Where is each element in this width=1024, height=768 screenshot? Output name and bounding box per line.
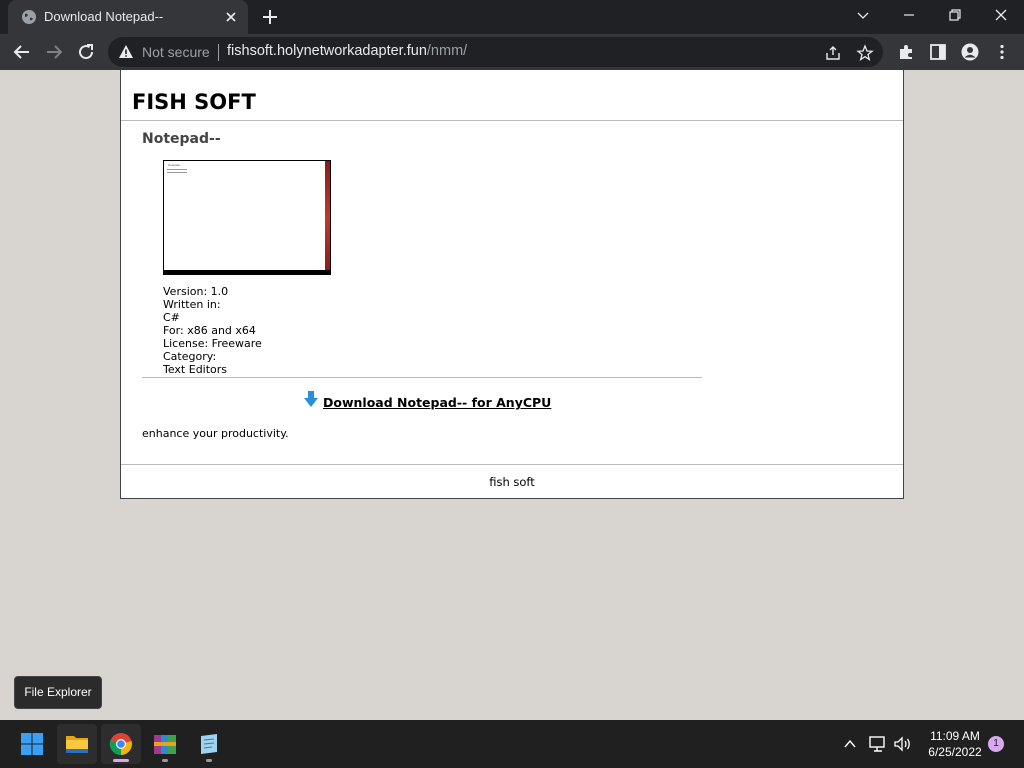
screenshot-edge [325,161,330,274]
winrar-button[interactable] [145,724,185,764]
restore-button[interactable] [932,0,978,30]
active-indicator [113,759,129,762]
windows-logo-icon [21,733,43,755]
minimize-icon [904,14,914,16]
url-path: /nmm/ [426,43,468,59]
forward-arrow-icon[interactable] [42,40,66,64]
divider [121,120,903,121]
close-tab-icon[interactable] [222,8,240,26]
warning-icon[interactable] [118,44,134,60]
minimize-button[interactable] [886,0,932,30]
footer-text: fish soft [489,475,535,489]
product-description: enhance your productivity. [142,427,289,440]
chrome-button[interactable] [101,724,141,764]
url-text[interactable]: fishsoft.holynetworkadapter.fun/nmm/ [227,43,467,59]
product-info: Version: 1.0 Written in: C# For: x86 and… [163,285,262,376]
download-arrow-icon[interactable] [304,390,318,408]
notepad-icon [201,734,217,754]
network-icon[interactable] [868,735,888,753]
version-text: Version: 1.0 [163,285,229,298]
close-icon [995,9,1007,21]
globe-icon [22,10,36,24]
download-link[interactable]: Download Notepad-- for AnyCPU [323,395,551,410]
back-arrow-icon[interactable] [10,40,34,64]
folder-icon [66,736,88,753]
winrar-icon [154,735,176,754]
notification-badge[interactable]: 1 [988,736,1004,752]
screenshot-edge [164,270,330,274]
tab-title: Download Notepad-- [44,9,164,24]
side-panel-icon[interactable] [929,43,947,61]
running-indicator [206,759,212,762]
running-indicator [162,759,168,762]
product-screenshot: Notepad-- [163,160,331,275]
screenshot-window-title: Notepad-- [168,163,182,167]
category-label: Category: [163,350,217,363]
share-icon[interactable] [824,44,842,62]
volume-icon[interactable] [893,735,913,753]
browser-titlebar: Download Notepad-- [0,0,1024,34]
browser-toolbar: Not secure fishsoft.holynetworkadapter.f… [0,34,1024,70]
written-in-value: C# [163,311,180,324]
extensions-icon[interactable] [897,43,915,61]
browser-tab[interactable]: Download Notepad-- [8,0,248,34]
security-status[interactable]: Not secure [142,44,210,60]
system-clock[interactable]: 11:09 AM 6/25/2022 [920,728,990,760]
chrome-icon [109,733,132,756]
divider [121,464,903,465]
chevron-down-icon [857,12,869,19]
site-title: FISH SOFT [132,90,256,114]
address-bar[interactable]: Not secure fishsoft.holynetworkadapter.f… [108,37,883,67]
page-content: FISH SOFT Notepad-- Notepad-- Version: 1… [120,70,904,499]
divider [142,377,702,378]
window-close-button[interactable] [978,0,1024,30]
new-tab-icon[interactable] [260,7,280,27]
notepad-button[interactable] [189,724,229,764]
start-button[interactable] [12,724,52,764]
reload-icon[interactable] [74,40,98,64]
chevron-up-icon[interactable] [843,737,857,751]
clock-time: 11:09 AM [930,729,980,743]
category-value: Text Editors [163,363,228,376]
bookmark-star-icon[interactable] [856,44,874,62]
product-title: Notepad-- [142,131,221,147]
file-explorer-button[interactable] [57,724,97,764]
license-text: License: Freeware [163,337,262,350]
divider [218,44,219,61]
platform-text: For: x86 and x64 [163,324,256,337]
written-in-label: Written in: [163,298,221,311]
screenshot-text-lines [167,169,187,175]
clock-date: 6/25/2022 [928,745,982,759]
url-host: fishsoft.holynetworkadapter.fun [227,43,427,59]
profile-icon[interactable] [961,43,979,61]
restore-icon [949,9,961,21]
taskbar-tooltip: File Explorer [14,676,102,709]
menu-kebab-icon[interactable] [993,43,1011,61]
taskbar: 11:09 AM 6/25/2022 [0,720,1024,768]
tab-search-button[interactable] [840,0,886,30]
